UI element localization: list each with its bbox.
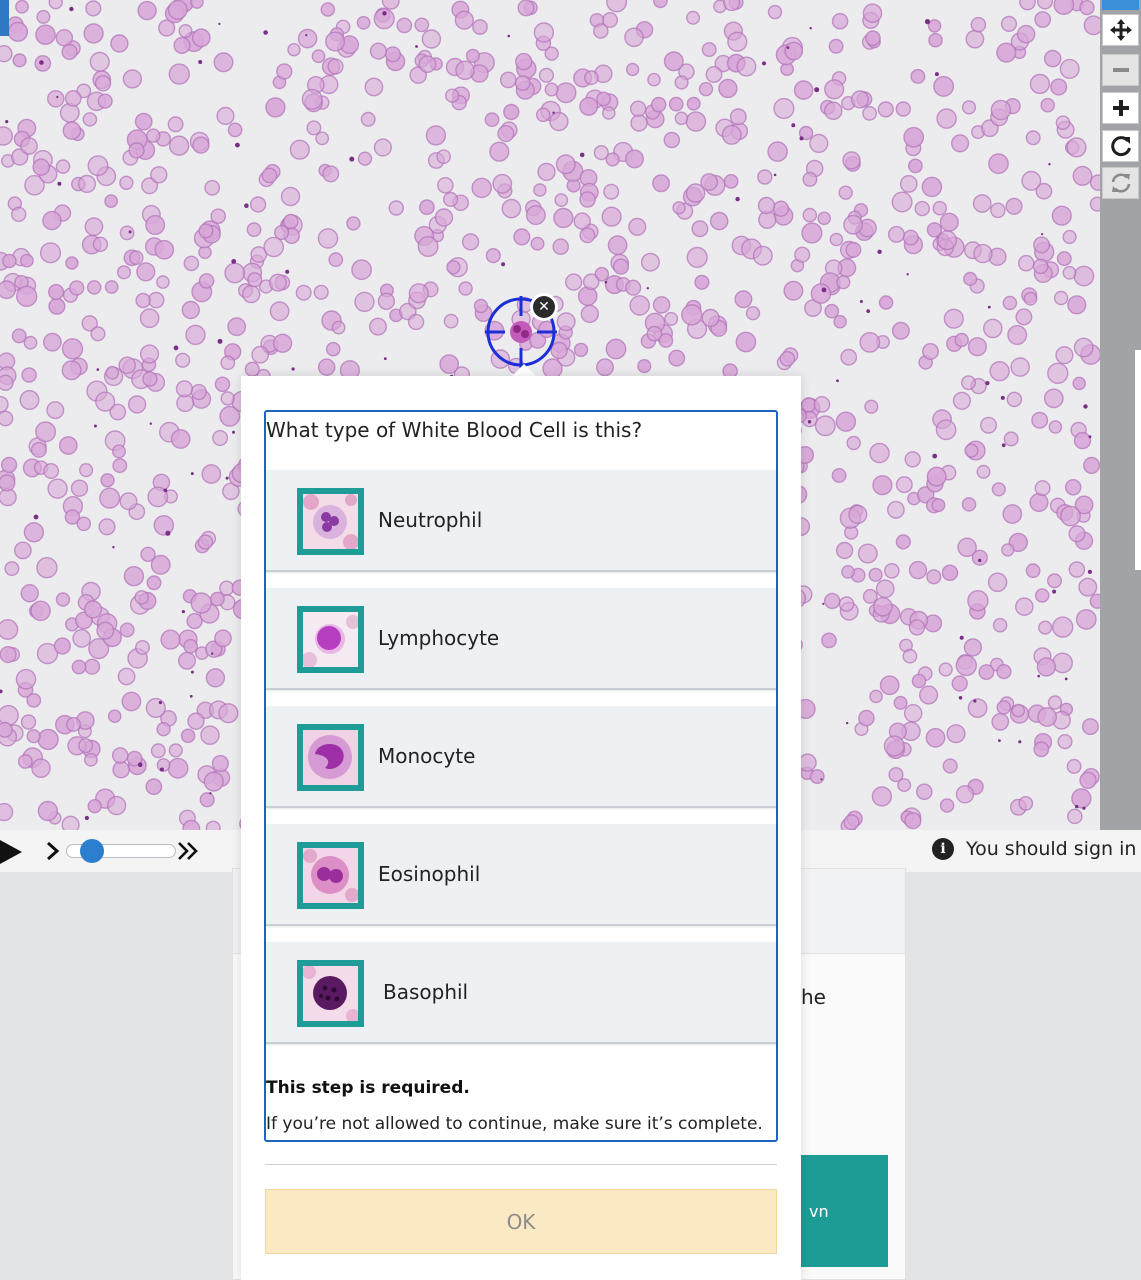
sign-in-notice-text: You should sign in	[966, 838, 1137, 860]
side-panel-tab[interactable]	[1135, 350, 1141, 570]
reset-view-icon	[1111, 173, 1130, 193]
double-chevron-right-icon[interactable]	[177, 841, 199, 861]
pan-button[interactable]	[1102, 14, 1139, 46]
rotate-button[interactable]	[1102, 130, 1139, 162]
background-card-text: he	[801, 985, 826, 1009]
monocyte-thumbnail	[297, 724, 364, 791]
option-basophil[interactable]: Basophil	[266, 942, 776, 1044]
pan-icon	[1109, 19, 1132, 41]
zoom-in-icon	[1112, 100, 1129, 116]
option-neutrophil[interactable]: Neutrophil	[266, 470, 776, 572]
question-popup: What type of White Blood Cell is this? N…	[241, 376, 801, 1280]
option-lymphocyte[interactable]: Lymphocyte	[266, 588, 776, 690]
option-label: Lymphocyte	[378, 626, 500, 650]
zoom-in-button[interactable]	[1102, 92, 1139, 124]
popup-arrow	[512, 364, 536, 376]
question-box: What type of White Blood Cell is this? N…	[264, 410, 778, 1142]
lymphocyte-thumbnail	[297, 606, 364, 673]
option-eosinophil[interactable]: Eosinophil	[266, 824, 776, 926]
info-icon: i	[932, 838, 954, 860]
rotate-icon	[1110, 136, 1131, 157]
option-label: Neutrophil	[378, 508, 483, 532]
required-step-title: This step is required.	[266, 1078, 470, 1098]
zoom-out-icon	[1112, 68, 1129, 72]
required-step-note: If you’re not allowed to continue, make …	[266, 1114, 763, 1134]
toolbar-active-strip	[1102, 0, 1139, 10]
speed-slider-handle[interactable]	[80, 839, 104, 863]
reset-view-button[interactable]	[1102, 167, 1139, 199]
option-label: Eosinophil	[378, 862, 481, 886]
option-label: Basophil	[383, 980, 469, 1004]
viewer-edge-marker	[0, 0, 9, 36]
neutrophil-thumbnail	[297, 488, 364, 555]
option-label: Monocyte	[378, 744, 476, 768]
option-monocyte[interactable]: Monocyte	[266, 706, 776, 808]
remove-marker-button[interactable]: ✕	[530, 293, 558, 321]
chevron-right-icon[interactable]	[46, 841, 60, 861]
question-text: What type of White Blood Cell is this?	[266, 418, 643, 442]
zoom-out-button[interactable]	[1102, 54, 1139, 86]
ok-button[interactable]: OK	[265, 1189, 777, 1254]
background-card-button[interactable]: vn	[793, 1155, 888, 1267]
basophil-thumbnail	[297, 960, 364, 1027]
sign-in-notice: i You should sign in	[932, 838, 1136, 860]
eosinophil-thumbnail	[297, 842, 364, 909]
close-icon: ✕	[533, 296, 555, 318]
popup-divider	[265, 1164, 777, 1165]
app-root: i You should sign in he vn ✕ What type o…	[0, 0, 1141, 1280]
play-icon[interactable]	[0, 840, 24, 864]
